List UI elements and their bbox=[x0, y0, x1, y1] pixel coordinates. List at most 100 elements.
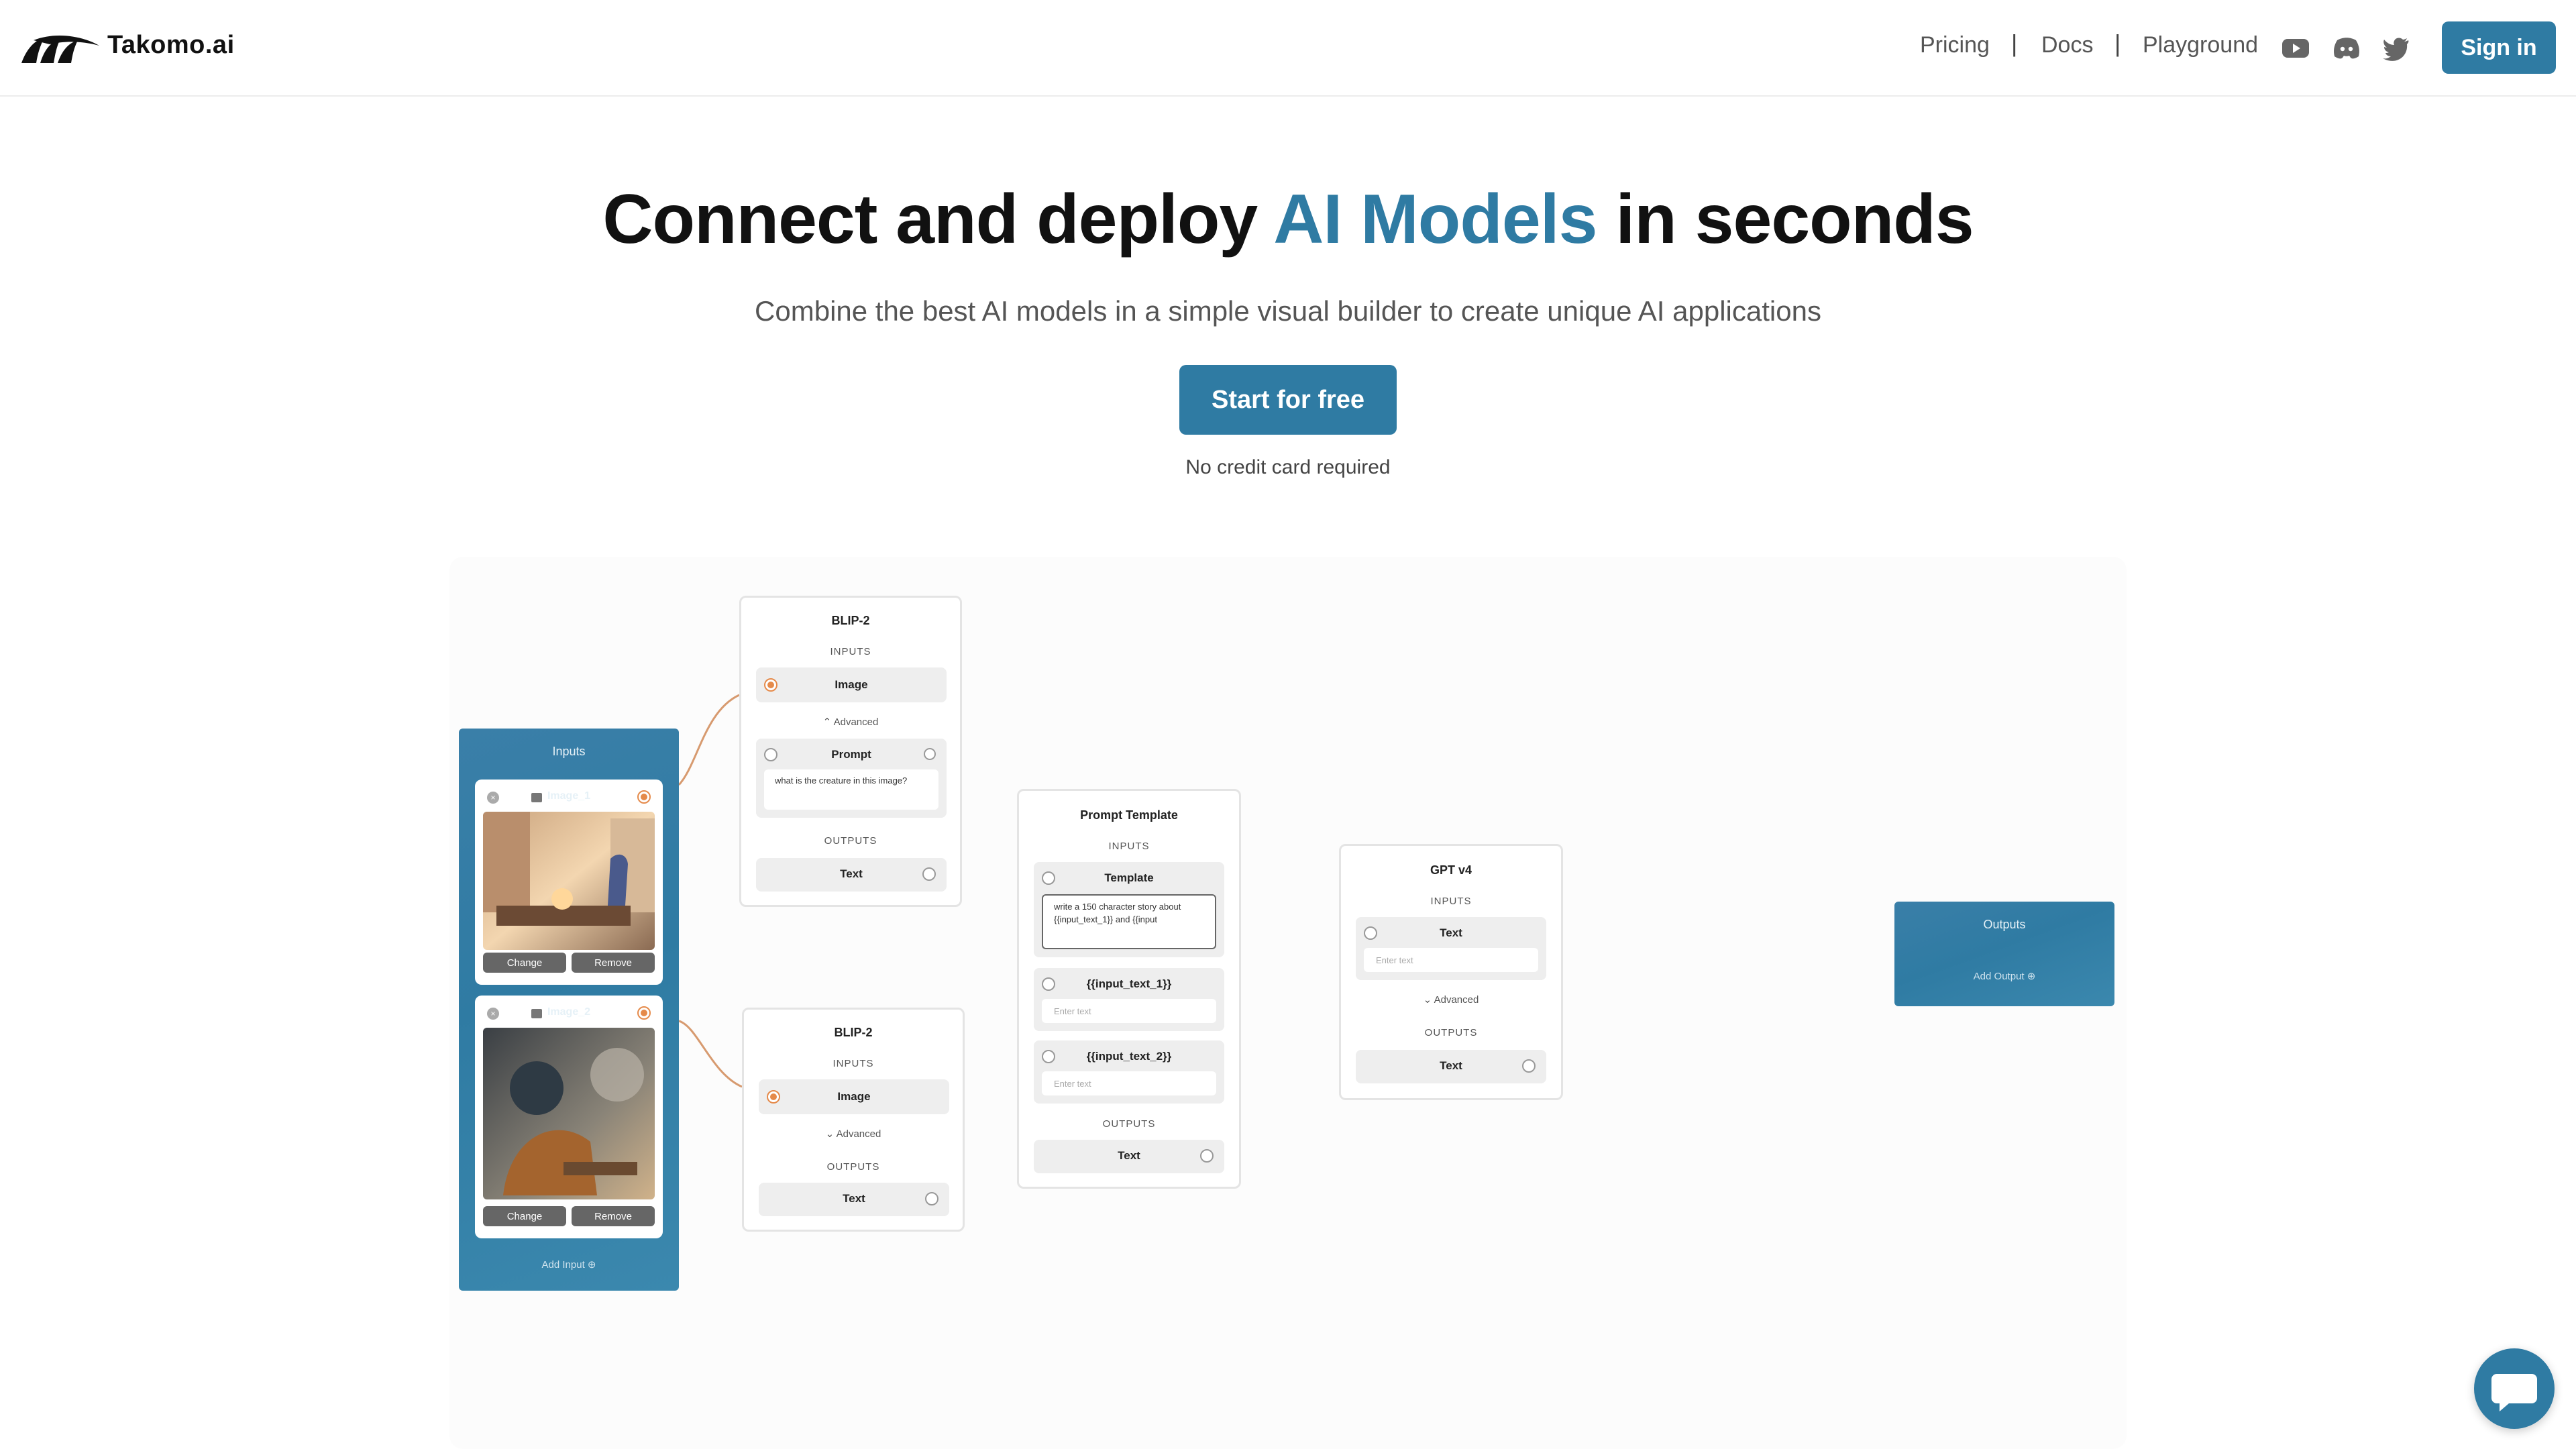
outputs-section-label: OUTPUTS bbox=[1424, 1027, 1478, 1038]
outputs-section-label: OUTPUTS bbox=[824, 835, 877, 847]
top-navbar: Takomo.ai Pricing | Docs | Playground Si… bbox=[0, 0, 2576, 97]
variable-label: {{input_text_1}} bbox=[1086, 977, 1172, 990]
text-output-label: Text bbox=[1118, 1149, 1140, 1162]
nav-separator: | bbox=[2114, 30, 2121, 57]
add-input-label: Add Input bbox=[541, 1259, 585, 1271]
plus-circle-icon: ⊕ bbox=[2027, 971, 2036, 982]
image-input-row[interactable]: Image bbox=[756, 667, 947, 702]
prompt-field[interactable]: what is the creature in this image? bbox=[764, 769, 938, 810]
logo-icon[interactable] bbox=[20, 34, 101, 64]
prompt-label: Prompt bbox=[831, 748, 871, 761]
hero-title-start: Connect and deploy bbox=[602, 180, 1274, 258]
youtube-icon[interactable] bbox=[2281, 35, 2310, 62]
node-title: BLIP-2 bbox=[831, 614, 870, 627]
no-credit-card-note: No credit card required bbox=[1185, 456, 1391, 478]
advanced-label: Advanced bbox=[833, 716, 879, 728]
output-connector[interactable] bbox=[925, 1192, 938, 1205]
gpt-v4-node[interactable]: GPT v4 INPUTS Text Enter text ⌄ Advanced… bbox=[1339, 844, 1563, 1100]
change-image-button[interactable]: Change bbox=[483, 953, 566, 973]
hero-title-accent: AI Models bbox=[1273, 180, 1597, 258]
advanced-label: Advanced bbox=[836, 1128, 881, 1140]
image-input-label: Image bbox=[837, 1090, 871, 1103]
text-field[interactable]: Enter text bbox=[1364, 948, 1538, 972]
text-output-label: Text bbox=[1440, 1059, 1462, 1072]
inputs-node-title: Inputs bbox=[552, 745, 586, 758]
nav-docs[interactable]: Docs bbox=[2041, 32, 2093, 58]
template-field[interactable]: write a 150 character story about {{inpu… bbox=[1042, 894, 1216, 949]
image-thumbnail bbox=[483, 812, 655, 950]
info-icon[interactable] bbox=[924, 748, 936, 760]
text-output-label: Text bbox=[840, 867, 863, 880]
text-input-row[interactable]: Text Enter text bbox=[1356, 917, 1546, 980]
hero-title: Connect and deploy AI Models in seconds bbox=[0, 180, 2576, 260]
image-thumbnail bbox=[483, 1028, 655, 1199]
blip2-node[interactable]: BLIP-2 INPUTS Image ⌃ Advanced Prompt wh… bbox=[739, 596, 962, 907]
hero-subtitle: Combine the best AI models in a simple v… bbox=[755, 295, 1821, 327]
outputs-section-label: OUTPUTS bbox=[1102, 1118, 1156, 1130]
text-output-row[interactable]: Text bbox=[1356, 1050, 1546, 1083]
nav-pricing[interactable]: Pricing bbox=[1920, 32, 1990, 58]
output-connector[interactable] bbox=[1200, 1149, 1214, 1163]
image-input-card[interactable]: × Image_1 Change Remove bbox=[475, 780, 663, 985]
advanced-toggle[interactable]: ⌄ Advanced bbox=[744, 1128, 963, 1140]
remove-image-button[interactable]: Remove bbox=[572, 953, 655, 973]
chevron-down-icon: ⌄ bbox=[825, 1128, 835, 1140]
image-input-row[interactable]: Image bbox=[759, 1079, 949, 1114]
text-output-row[interactable]: Text bbox=[759, 1183, 949, 1216]
sign-in-button[interactable]: Sign in bbox=[2442, 21, 2556, 74]
change-image-button[interactable]: Change bbox=[483, 1206, 566, 1226]
chevron-down-icon: ⌄ bbox=[1423, 994, 1432, 1006]
node-title: BLIP-2 bbox=[834, 1026, 873, 1039]
inputs-section-label: INPUTS bbox=[830, 646, 871, 657]
add-output-button[interactable]: Add Output ⊕ bbox=[1894, 970, 2114, 982]
advanced-toggle[interactable]: ⌄ Advanced bbox=[1341, 994, 1561, 1006]
outputs-node-title: Outputs bbox=[1983, 918, 2026, 931]
node-title: GPT v4 bbox=[1430, 863, 1472, 877]
chat-icon bbox=[2491, 1374, 2537, 1411]
output-connector[interactable] bbox=[637, 1006, 651, 1020]
hero-title-end: in seconds bbox=[1597, 180, 1974, 258]
template-label: Template bbox=[1104, 871, 1154, 884]
chat-widget-button[interactable] bbox=[2474, 1348, 2555, 1429]
variable-input-row[interactable]: {{input_text_1}} Enter text bbox=[1034, 968, 1224, 1031]
variable-text-field[interactable]: Enter text bbox=[1042, 999, 1216, 1023]
image-input-card[interactable]: × Image_2 Change Remove bbox=[475, 996, 663, 1238]
output-connector[interactable] bbox=[637, 790, 651, 804]
remove-image-button[interactable]: Remove bbox=[572, 1206, 655, 1226]
text-input-label: Text bbox=[1440, 926, 1462, 939]
prompt-input-row[interactable]: Prompt what is the creature in this imag… bbox=[756, 739, 947, 818]
image-input-label: Image bbox=[835, 678, 868, 691]
text-output-row[interactable]: Text bbox=[1034, 1140, 1224, 1173]
builder-canvas bbox=[449, 557, 2127, 1449]
prompt-template-node[interactable]: Prompt Template INPUTS Template write a … bbox=[1017, 789, 1241, 1189]
image-input-name: Image_2 bbox=[547, 1006, 591, 1018]
output-connector[interactable] bbox=[1522, 1059, 1536, 1073]
nav-playground[interactable]: Playground bbox=[2143, 32, 2258, 58]
variable-input-row[interactable]: {{input_text_2}} Enter text bbox=[1034, 1040, 1224, 1104]
node-title: Prompt Template bbox=[1080, 808, 1178, 822]
chevron-up-icon: ⌃ bbox=[822, 716, 832, 728]
text-output-label: Text bbox=[843, 1192, 865, 1205]
brand-name[interactable]: Takomo.ai bbox=[107, 31, 235, 60]
add-output-label: Add Output bbox=[1973, 971, 2025, 982]
variable-label: {{input_text_2}} bbox=[1086, 1050, 1172, 1063]
nav-separator: | bbox=[2011, 30, 2018, 57]
outputs-node[interactable]: Outputs Add Output ⊕ bbox=[1894, 902, 2114, 1006]
inputs-section-label: INPUTS bbox=[833, 1058, 874, 1069]
add-input-button[interactable]: Add Input ⊕ bbox=[459, 1258, 679, 1271]
template-input-row[interactable]: Template write a 150 character story abo… bbox=[1034, 862, 1224, 957]
twitter-icon[interactable] bbox=[2381, 35, 2411, 62]
inputs-section-label: INPUTS bbox=[1430, 896, 1472, 907]
advanced-label: Advanced bbox=[1434, 994, 1479, 1006]
variable-text-field[interactable]: Enter text bbox=[1042, 1071, 1216, 1095]
image-input-name: Image_1 bbox=[547, 790, 591, 802]
output-connector[interactable] bbox=[922, 867, 936, 881]
discord-icon[interactable] bbox=[2332, 35, 2361, 62]
outputs-section-label: OUTPUTS bbox=[826, 1161, 880, 1173]
text-output-row[interactable]: Text bbox=[756, 858, 947, 892]
advanced-toggle[interactable]: ⌃ Advanced bbox=[741, 716, 960, 728]
start-for-free-button[interactable]: Start for free bbox=[1179, 365, 1397, 435]
blip2-node[interactable]: BLIP-2 INPUTS Image ⌄ Advanced OUTPUTS T… bbox=[742, 1008, 965, 1232]
inputs-section-label: INPUTS bbox=[1108, 841, 1150, 852]
inputs-node[interactable]: Inputs × Image_1 Change Remove × Image_2… bbox=[459, 729, 679, 1291]
